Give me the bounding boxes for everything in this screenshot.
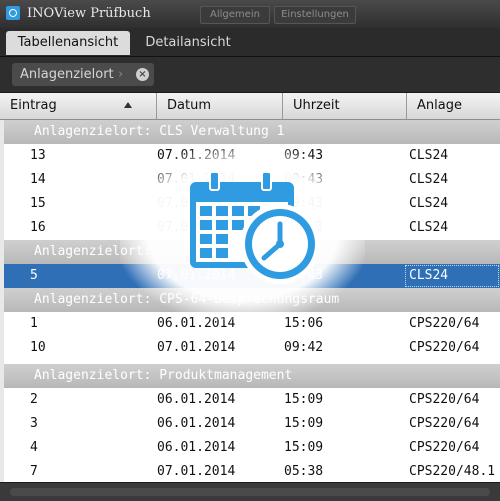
column-header-anlage[interactable]: Anlage [407, 93, 500, 119]
table-header: Eintrag Datum Uhrzeit Anlage [0, 93, 500, 120]
cell-eintrag: 10 [30, 340, 46, 355]
group-label: Anlagenzielort: CPS-64-Besprechungsraum [34, 292, 340, 307]
cell-anlage: CLS24 [409, 148, 449, 163]
cell-datum: 06.01.2014 [157, 440, 236, 455]
group-header[interactable]: Anlagenzielort: CLS Verwaltung 1 [0, 120, 500, 144]
tab-detailansicht[interactable]: Detailansicht [136, 31, 240, 55]
cell-eintrag: 13 [30, 148, 46, 163]
group-label: Anlagenzielort: CLS Verwaltung 1 [34, 124, 285, 139]
calendar-clock-icon [190, 172, 320, 284]
cell-datum: 06.01.2014 [157, 392, 236, 407]
toolbar-button-allgemein[interactable]: Allgemein [200, 6, 270, 24]
cell-anlage: CLS24 [409, 268, 449, 283]
cell-eintrag: 5 [30, 268, 38, 283]
table-row[interactable]: 7 07.01.2014 05:38 CPS220/48.1 [0, 460, 500, 482]
cell-uhrzeit: 15:09 [284, 440, 324, 455]
title-bar: INOView Prüfbuch Allgemein Einstellungen [0, 0, 500, 28]
cell-eintrag: 1 [30, 316, 38, 331]
column-header-eintrag[interactable]: Eintrag [0, 93, 157, 119]
cell-anlage: CPS220/64 [409, 392, 480, 407]
group-header[interactable]: Anlagenzielort: CPS-64-Besprechungsraum [0, 288, 500, 312]
group-header[interactable]: Anlagenzielort: Produktmanagement [0, 364, 500, 388]
status-bar [0, 482, 500, 501]
app-icon [6, 6, 20, 20]
cell-datum: 07.01.2014 [157, 464, 236, 479]
cell-datum: 07.01.2014 [157, 340, 236, 355]
cell-eintrag: 15 [30, 196, 46, 211]
toolbar-button-einstellungen[interactable]: Einstellungen [274, 6, 356, 24]
cell-anlage: CPS220/64 [409, 416, 480, 431]
cell-uhrzeit: 15:09 [284, 392, 324, 407]
cell-anlage: CPS220/64 [409, 316, 480, 331]
close-icon[interactable]: × [136, 68, 149, 81]
column-label-anlage: Anlage [417, 98, 462, 113]
table-row[interactable]: 2 06.01.2014 15:09 CPS220/64 [0, 388, 500, 412]
cell-uhrzeit: 15:09 [284, 416, 324, 431]
cell-datum: 06.01.2014 [157, 416, 236, 431]
column-header-datum[interactable]: Datum [157, 93, 283, 119]
tab-bar: Tabellenansicht Detailansicht [0, 28, 500, 57]
cell-eintrag: 3 [30, 416, 38, 431]
group-label: Anlagenzielort: Produktmanagement [34, 368, 293, 383]
group-chip-label: Anlagenzielort [20, 67, 114, 82]
cell-anlage: CLS24 [409, 196, 449, 211]
grouping-panel: Anlagenzielort › × [0, 57, 500, 93]
table-row[interactable]: 13 07.01.2014 09:43 CLS24 [0, 144, 500, 168]
cell-eintrag: 4 [30, 440, 38, 455]
cell-eintrag: 2 [30, 392, 38, 407]
cell-uhrzeit: 15:06 [284, 316, 324, 331]
cell-eintrag: 14 [30, 172, 46, 187]
cell-eintrag: 16 [30, 220, 46, 235]
group-chip[interactable]: Anlagenzielort › × [12, 63, 154, 86]
group-indent-guides [0, 120, 4, 482]
chevron-right-icon: › [118, 67, 124, 82]
column-label-eintrag: Eintrag [10, 98, 57, 113]
cell-eintrag: 7 [30, 464, 38, 479]
table-row[interactable]: 10 07.01.2014 09:42 CPS220/64 [0, 336, 500, 360]
cell-anlage: CPS220/64 [409, 340, 480, 355]
cell-anlage: CLS24 [409, 220, 449, 235]
column-label-uhrzeit: Uhrzeit [293, 98, 340, 113]
cell-uhrzeit: 05:38 [284, 464, 324, 479]
table-row[interactable]: 1 06.01.2014 15:06 CPS220/64 [0, 312, 500, 336]
table-row[interactable]: 4 06.01.2014 15:09 CPS220/64 [0, 436, 500, 460]
cell-uhrzeit: 09:43 [284, 148, 324, 163]
cell-anlage: CPS220/64 [409, 440, 480, 455]
tab-tabellenansicht[interactable]: Tabellenansicht [6, 31, 130, 55]
cell-datum: 06.01.2014 [157, 316, 236, 331]
cell-anlage: CPS220/48.1 [409, 464, 496, 479]
cell-uhrzeit: 09:42 [284, 340, 324, 355]
window-title: INOView Prüfbuch [27, 6, 151, 21]
sort-ascending-icon [124, 102, 132, 108]
cell-datum: 07.01.2014 [157, 148, 236, 163]
horizontal-scrollbar[interactable] [10, 488, 490, 496]
column-header-uhrzeit[interactable]: Uhrzeit [283, 93, 407, 119]
table-row[interactable]: 3 06.01.2014 15:09 CPS220/64 [0, 412, 500, 436]
cell-anlage: CLS24 [409, 172, 449, 187]
column-label-datum: Datum [167, 98, 211, 113]
